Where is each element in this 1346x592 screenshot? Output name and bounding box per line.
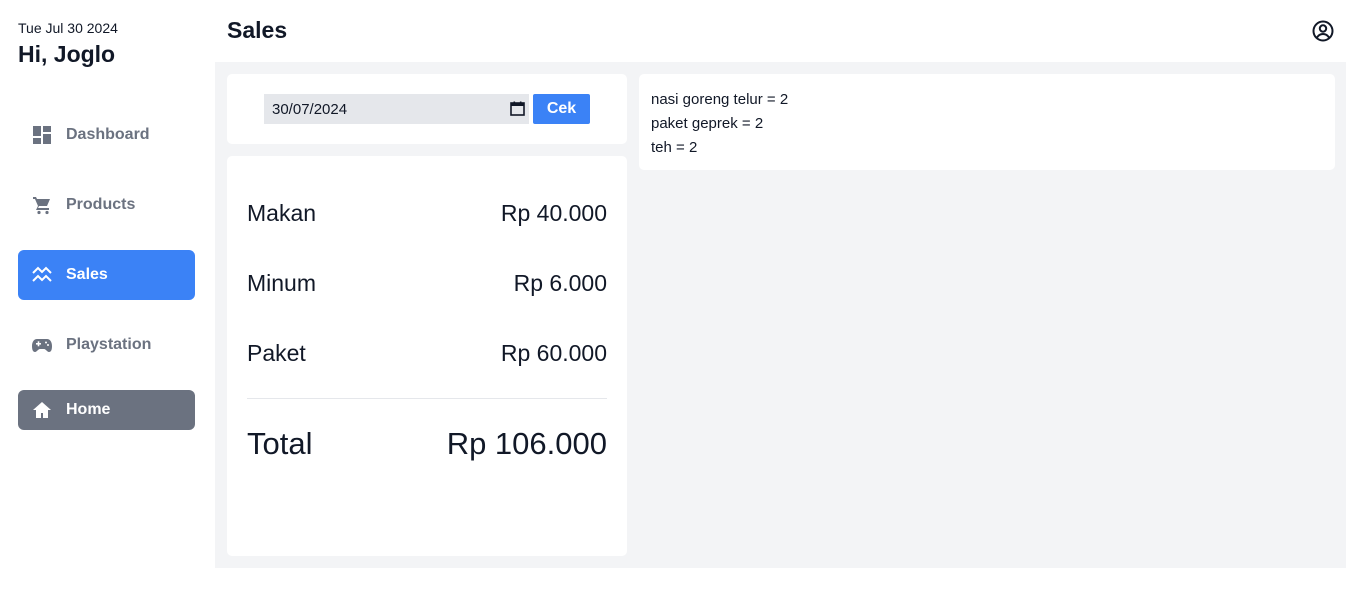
sidebar-item-sales[interactable]: Sales <box>18 250 195 300</box>
sales-chart-icon <box>32 265 52 285</box>
sales-summary-card: Makan Rp 40.000 Minum Rp 6.000 Paket Rp … <box>227 156 627 556</box>
total-label: Total <box>247 426 313 461</box>
sidebar-item-label: Dashboard <box>66 126 150 143</box>
home-button[interactable]: Home <box>18 390 195 430</box>
current-date: Tue Jul 30 2024 <box>18 20 118 36</box>
cart-icon <box>32 195 52 215</box>
sidebar-item-label: Products <box>66 196 136 213</box>
home-icon <box>32 400 52 420</box>
list-item: teh = 2 <box>651 139 698 156</box>
calendar-icon[interactable] <box>510 101 525 116</box>
summary-row-minum: Minum Rp 6.000 <box>247 270 607 297</box>
greeting: Hi, Joglo <box>18 41 116 67</box>
sold-items-card: nasi goreng telur = 2 paket geprek = 2 t… <box>639 74 1335 170</box>
main-content: 30/07/2024 Cek Makan Rp 40.000 Minum Rp … <box>215 62 1346 568</box>
summary-label: Paket <box>247 340 306 366</box>
summary-value: Rp 6.000 <box>513 270 607 296</box>
summary-row-makan: Makan Rp 40.000 <box>247 200 607 227</box>
summary-label: Minum <box>247 270 317 296</box>
sidebar-item-products[interactable]: Products <box>18 180 195 230</box>
account-circle-icon[interactable] <box>1312 20 1334 42</box>
page-title: Sales <box>227 17 288 43</box>
sidebar-item-playstation[interactable]: Playstation <box>18 320 195 370</box>
list-item: nasi goreng telur = 2 <box>651 91 789 108</box>
date-input-value: 30/07/2024 <box>272 100 348 118</box>
summary-divider <box>247 398 607 399</box>
home-label: Home <box>66 401 111 418</box>
summary-row-paket: Paket Rp 60.000 <box>247 340 607 367</box>
summary-value: Rp 40.000 <box>500 200 607 226</box>
summary-label: Makan <box>247 200 317 226</box>
cek-button[interactable]: Cek <box>533 94 590 124</box>
gamepad-icon <box>32 335 52 355</box>
sidebar-item-label: Playstation <box>66 336 152 353</box>
list-item: paket geprek = 2 <box>651 115 764 132</box>
total-value: Rp 106.000 <box>446 426 607 461</box>
date-filter-card: 30/07/2024 Cek <box>227 74 627 144</box>
sidebar-item-label: Sales <box>66 266 108 283</box>
date-input[interactable]: 30/07/2024 <box>264 94 529 124</box>
dashboard-icon <box>32 125 52 145</box>
sidebar: Tue Jul 30 2024 Hi, Joglo Dashboard Prod… <box>0 0 215 592</box>
summary-total-row: Total Rp 106.000 <box>247 426 607 462</box>
sidebar-item-dashboard[interactable]: Dashboard <box>18 110 195 160</box>
summary-value: Rp 60.000 <box>500 340 607 366</box>
